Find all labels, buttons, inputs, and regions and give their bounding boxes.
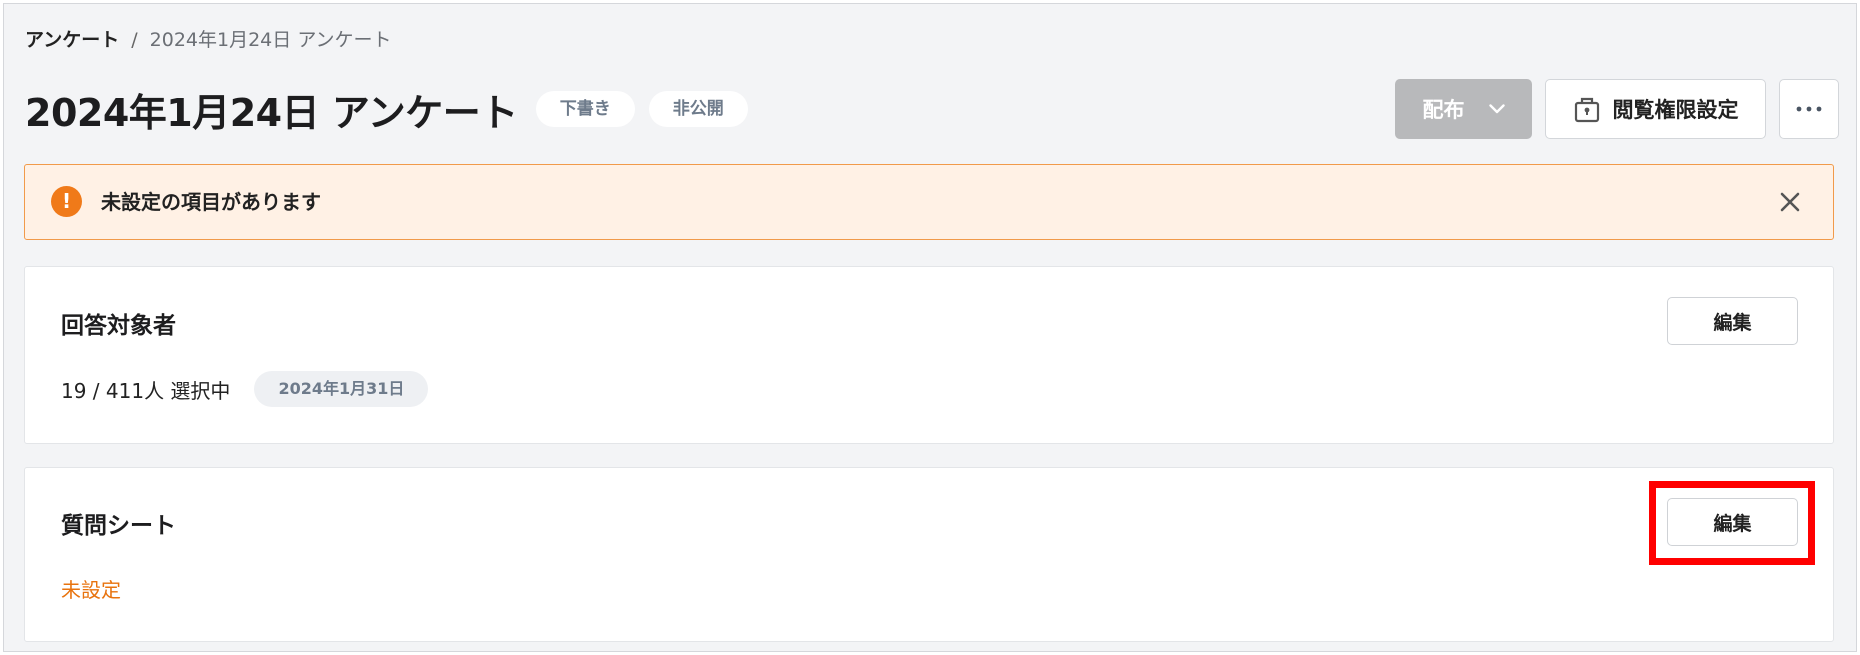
title-row: 2024年1月24日 アンケート 下書き 非公開	[25, 80, 748, 138]
exclamation-icon: !	[51, 186, 82, 217]
survey-detail-page: アンケート / 2024年1月24日 アンケート 2024年1月24日 アンケート …	[3, 3, 1857, 652]
unset-items-alert: ! 未設定の項目があります	[24, 164, 1834, 240]
respondents-card: 回答対象者 編集 19 / 411人 選択中 2024年1月31日	[24, 266, 1834, 444]
breadcrumb-current: 2024年1月24日 アンケート	[149, 29, 392, 51]
breadcrumb: アンケート / 2024年1月24日 アンケート	[25, 28, 392, 52]
view-permission-label: 閲覧権限設定	[1612, 98, 1739, 122]
question-sheet-card: 質問シート 編集 未設定	[24, 467, 1834, 642]
status-badge-draft: 下書き	[535, 91, 635, 127]
question-sheet-title: 質問シート	[61, 513, 176, 539]
page-title: 2024年1月24日 アンケート	[25, 90, 518, 135]
respondents-date-badge: 2024年1月31日	[254, 371, 429, 407]
breadcrumb-root-link[interactable]: アンケート	[25, 29, 119, 51]
header-actions: 配布 閲覧権限設定	[1395, 78, 1839, 140]
chevron-down-icon	[1488, 104, 1505, 114]
respondents-selection-count: 19 / 411人 選択中	[61, 378, 231, 403]
respondents-edit-button[interactable]: 編集	[1667, 297, 1798, 345]
question-sheet-edit-button[interactable]: 編集	[1667, 498, 1798, 546]
distribute-button[interactable]: 配布	[1395, 79, 1532, 139]
status-badge-private: 非公開	[648, 91, 748, 127]
lock-briefcase-icon	[1574, 97, 1599, 123]
close-icon[interactable]	[1777, 189, 1803, 215]
distribute-button-label: 配布	[1422, 98, 1465, 122]
breadcrumb-separator: /	[131, 29, 138, 51]
view-permission-button[interactable]: 閲覧権限設定	[1545, 79, 1766, 139]
alert-message: 未設定の項目があります	[101, 190, 321, 214]
more-options-button[interactable]	[1779, 79, 1839, 139]
ellipsis-icon	[1796, 106, 1822, 112]
question-sheet-status: 未設定	[61, 578, 121, 602]
respondents-selection-row: 19 / 411人 選択中 2024年1月31日	[61, 371, 429, 407]
respondents-title: 回答対象者	[61, 313, 176, 339]
